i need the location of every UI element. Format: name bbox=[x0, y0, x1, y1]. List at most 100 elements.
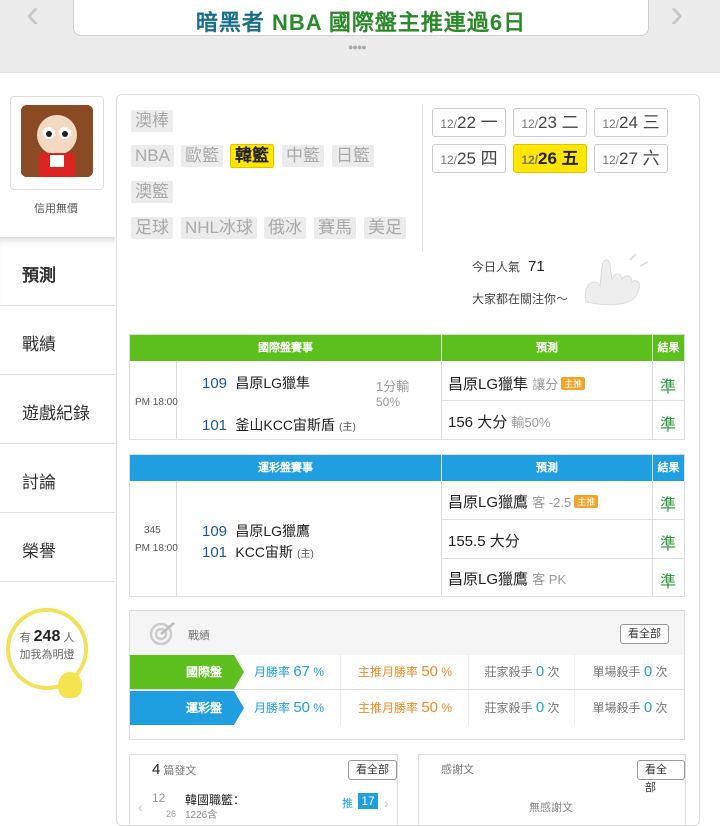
intl-table: 國際盤賽事 預測 結果 PM 18:00 109 昌原LG獵隼 101 釜山KC… bbox=[129, 334, 685, 440]
date-tab[interactable]: 12/23 二 bbox=[513, 108, 587, 137]
thanks-view-all-button[interactable]: 看全部 bbox=[637, 760, 685, 794]
avatar-card[interactable] bbox=[10, 96, 104, 190]
chevron-right-icon[interactable]: › bbox=[384, 795, 389, 811]
record-row-label: 運彩盤 bbox=[130, 691, 234, 725]
intl-header-result: 結果 bbox=[653, 335, 684, 361]
pred-team: 昌原LG獵鷹 bbox=[448, 494, 529, 511]
side-tab-label: 榮譽 bbox=[22, 542, 56, 561]
date-tab[interactable]: 12/27 六 bbox=[594, 144, 668, 173]
target-icon bbox=[149, 622, 175, 645]
thanks-empty: 無感謝文 bbox=[529, 802, 573, 814]
team-name: 昌原LG獵鷹 bbox=[235, 523, 311, 539]
pred-extra: 讓分 bbox=[532, 377, 559, 392]
avatar[interactable] bbox=[21, 105, 93, 177]
dealer-killer: 0 bbox=[535, 699, 545, 716]
popularity: 今日人氣 71 bbox=[472, 258, 545, 275]
side-tab-discussion[interactable]: 討論 bbox=[0, 443, 115, 512]
category-soccer[interactable]: 足球 bbox=[131, 217, 173, 239]
category-nhl[interactable]: NHL冰球 bbox=[181, 217, 258, 239]
team-number: 101 bbox=[202, 417, 228, 434]
push-count-badge: 17 bbox=[358, 793, 378, 809]
handicap-line: 1分輸 bbox=[376, 379, 410, 394]
date-tab[interactable]: 12/24 三 bbox=[594, 108, 668, 137]
team-number: 109 bbox=[202, 375, 228, 392]
category-horse-racing[interactable]: 賽馬 bbox=[314, 217, 356, 239]
popularity-caption: 大家都在關注你～ bbox=[472, 292, 569, 306]
home-tag: (主) bbox=[297, 549, 314, 560]
lottery-header-result: 結果 bbox=[653, 455, 684, 481]
fans-caption: 加我為明燈 bbox=[19, 649, 75, 661]
thanks-panel: 感謝文 看全部 無感謝文 bbox=[418, 754, 686, 826]
main-monthly-win-rate: 50 bbox=[421, 699, 439, 716]
intl-header-pred: 預測 bbox=[442, 335, 652, 361]
date-tab[interactable]: 12/25 四 bbox=[432, 144, 506, 173]
posts-count-row: 4 篇發文 bbox=[152, 761, 197, 778]
side-tab-game-log[interactable]: 遊戲紀錄 bbox=[0, 374, 115, 443]
side-tab-record[interactable]: 戰績 bbox=[0, 305, 115, 374]
lottery-header-pred: 預測 bbox=[442, 455, 652, 481]
pred-extra: 客 PK bbox=[532, 572, 567, 587]
record-view-all-button[interactable]: 看全部 bbox=[620, 624, 669, 644]
game-number: 345 bbox=[144, 525, 161, 536]
intl-header-game: 國際盤賽事 bbox=[130, 335, 441, 361]
post-subtitle: 1226含 bbox=[185, 810, 218, 821]
lottery-header-game: 運彩盤賽事 bbox=[130, 455, 441, 481]
team-name: 昌原LG獵隼 bbox=[235, 375, 311, 391]
chevron-left-icon[interactable]: ‹ bbox=[26, 0, 39, 34]
posts-count: 4 bbox=[152, 761, 161, 778]
category-russia-hockey[interactable]: 俄冰 bbox=[264, 217, 306, 239]
team-name: 釜山KCC宙斯盾 bbox=[235, 417, 335, 433]
lightbulb-icon bbox=[58, 672, 82, 698]
side-tab-honor[interactable]: 榮譽 bbox=[0, 512, 115, 582]
side-tab-label: 預測 bbox=[22, 266, 56, 285]
category-aus-baseball[interactable]: 澳棒 bbox=[131, 110, 173, 132]
posts-view-all-button[interactable]: 看全部 bbox=[348, 760, 397, 780]
date-tab[interactable]: 12/22 一 bbox=[432, 108, 506, 137]
date-tab-selected[interactable]: 12/26 五 bbox=[513, 144, 587, 173]
category-aus-basketball[interactable]: 澳籃 bbox=[131, 181, 173, 203]
category-us-football[interactable]: 美足 bbox=[364, 217, 406, 239]
monthly-win-rate: 67 bbox=[293, 663, 311, 680]
side-tab-predict[interactable]: 預測 bbox=[0, 237, 115, 305]
single-game-killer: 0 bbox=[643, 663, 653, 680]
pred-team: 昌原LG獵鷹 bbox=[448, 571, 529, 588]
post-day: 26 bbox=[166, 809, 177, 819]
category-nba[interactable]: NBA bbox=[131, 145, 174, 167]
carousel-dots[interactable]: ●●●● bbox=[348, 42, 367, 52]
chevron-left-icon[interactable]: ‹ bbox=[138, 799, 143, 815]
team-name: KCC宙斯 bbox=[235, 544, 293, 560]
game-time: PM 18:00 bbox=[135, 543, 178, 554]
top-banner: ‹ › 暗黑者 NBA 國際盤主推連過6日 ●●●● bbox=[0, 0, 720, 74]
handicap-line-2: 50% bbox=[376, 395, 401, 409]
team-number: 101 bbox=[202, 544, 228, 561]
category-euro-basketball[interactable]: 歐籃 bbox=[181, 145, 223, 167]
category-china-basketball[interactable]: 中籃 bbox=[282, 145, 324, 167]
zigzag-divider bbox=[0, 64, 720, 74]
monthly-win-rate: 50 bbox=[293, 699, 311, 716]
lottery-table: 運彩盤賽事 預測 結果 345 PM 18:00 109 昌原LG獵鷹 101 … bbox=[129, 454, 685, 597]
dealer-killer: 0 bbox=[535, 663, 545, 680]
category-korea-basketball[interactable]: 韓籃 bbox=[230, 144, 274, 168]
game-time: PM 18:00 bbox=[135, 397, 178, 408]
hand-illustration bbox=[584, 253, 649, 306]
record-row-label: 國際盤 bbox=[130, 655, 234, 689]
pred-total: 156 大分 bbox=[448, 414, 508, 431]
single-game-killer: 0 bbox=[643, 699, 653, 716]
posts-panel: 4 篇發文 看全部 ‹ 12 26 韓國職籃： 1226含 推 17 › bbox=[129, 754, 398, 826]
result-mark: 準 bbox=[660, 417, 677, 434]
result-mark: 準 bbox=[660, 497, 677, 514]
main-pick-badge: 主推 bbox=[561, 377, 586, 390]
chevron-right-icon[interactable]: › bbox=[670, 0, 683, 34]
team-number: 109 bbox=[202, 523, 228, 540]
fans-count: 248 bbox=[33, 628, 61, 645]
result-mark: 準 bbox=[660, 379, 677, 396]
record-header bbox=[130, 611, 684, 655]
pred-extra: 客 -2.5 bbox=[532, 495, 572, 510]
push-label: 推 bbox=[342, 798, 353, 810]
page-title: NBA 國際盤主推連過6日 bbox=[271, 10, 527, 35]
main-pick-badge: 主推 bbox=[574, 495, 599, 508]
title-box: 暗黑者 NBA 國際盤主推連過6日 bbox=[73, 0, 649, 36]
credit-label: 信用無價 bbox=[34, 203, 78, 215]
popularity-value: 71 bbox=[528, 258, 545, 275]
category-japan-basketball[interactable]: 日籃 bbox=[332, 145, 374, 167]
